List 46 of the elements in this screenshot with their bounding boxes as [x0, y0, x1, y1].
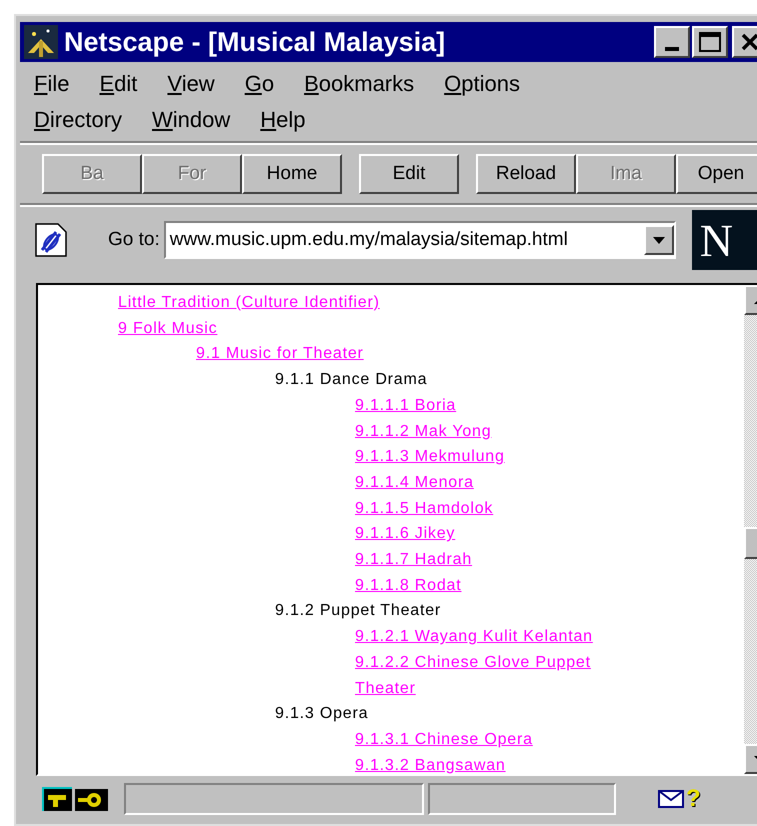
sitemap-link[interactable]: 9.1.2.1 Wayang Kulit Kelantan	[355, 624, 593, 650]
sitemap-link[interactable]: 9 Folk Music	[118, 316, 218, 342]
sitemap-link[interactable]: 9.1.1.3 Mekmulung	[355, 444, 505, 470]
sitemap-link[interactable]: 9.1.3.1 Chinese Opera	[355, 726, 533, 753]
sitemap-link[interactable]: 9.1.1.7 Hadrah	[355, 547, 472, 573]
dropdown-button[interactable]	[644, 225, 674, 255]
sitemap-link[interactable]: 9.1.1.8 Rodat	[355, 572, 462, 598]
toolbar-button[interactable]: Open	[676, 154, 757, 194]
menu-item[interactable]: View	[167, 66, 215, 100]
sitemap-link[interactable]: 9.1.3.2 Bangsawan	[355, 752, 506, 774]
caret-icon	[652, 236, 665, 244]
menu-item[interactable]: Go	[244, 66, 274, 100]
menu-item[interactable]: Window	[152, 102, 230, 136]
app-icon	[24, 25, 58, 59]
netscape-logo: N	[692, 210, 757, 270]
sitemap-link[interactable]: 9.1.1.6 Jikey	[355, 521, 456, 548]
toolbar-button[interactable]: Reload	[476, 154, 576, 194]
window-title: Netscape - [Musical Malaysia]	[64, 26, 446, 59]
menu-item[interactable]: File	[34, 66, 70, 100]
menu-item[interactable]: Edit	[99, 66, 138, 100]
section-heading: 9.1.3 Opera	[275, 705, 368, 722]
menu-item[interactable]: Bookmarks	[304, 66, 414, 100]
sitemap-link[interactable]: 9.1 Music for Theater	[196, 341, 364, 368]
menu-item[interactable]: Options	[444, 66, 520, 100]
sitemap-link[interactable]: 9.1.1.4 Menora	[355, 470, 474, 496]
close-icon	[741, 33, 757, 51]
mail-icon	[658, 790, 684, 808]
maximize-icon	[699, 32, 721, 52]
menu-item[interactable]: Directory	[34, 102, 122, 136]
link-page-icon	[34, 222, 68, 258]
sitemap-link[interactable]: 9.1.1.5 Hamdolok	[355, 496, 494, 522]
section-heading: 9.1.2 Puppet Theater	[275, 602, 442, 620]
location-label: Go to:	[108, 228, 160, 252]
security-icon	[42, 787, 110, 811]
minimize-icon	[665, 47, 679, 51]
sitemap-link[interactable]: Little Tradition (Culture Identifier)	[118, 290, 380, 316]
maximize-button[interactable]	[692, 26, 728, 58]
sitemap-link[interactable]: 9.1.1.1 Boria	[355, 392, 456, 419]
location-field[interactable]: www.music.upm.edu.my/malaysia/sitemap.html	[164, 221, 676, 259]
minimize-button[interactable]	[654, 26, 690, 58]
sitemap-link[interactable]: 9.1.2.2 Chinese Glove Puppet Theater	[355, 650, 655, 702]
sitemap-link[interactable]: 9.1.1.2 Mak Yong	[355, 418, 492, 444]
section-heading: 9.1.1 Dance Drama	[275, 371, 428, 388]
toolbar-button[interactable]: Home	[242, 154, 342, 194]
toolbar-button[interactable]: Edit	[359, 154, 459, 194]
menu-item[interactable]: Help	[260, 102, 306, 136]
